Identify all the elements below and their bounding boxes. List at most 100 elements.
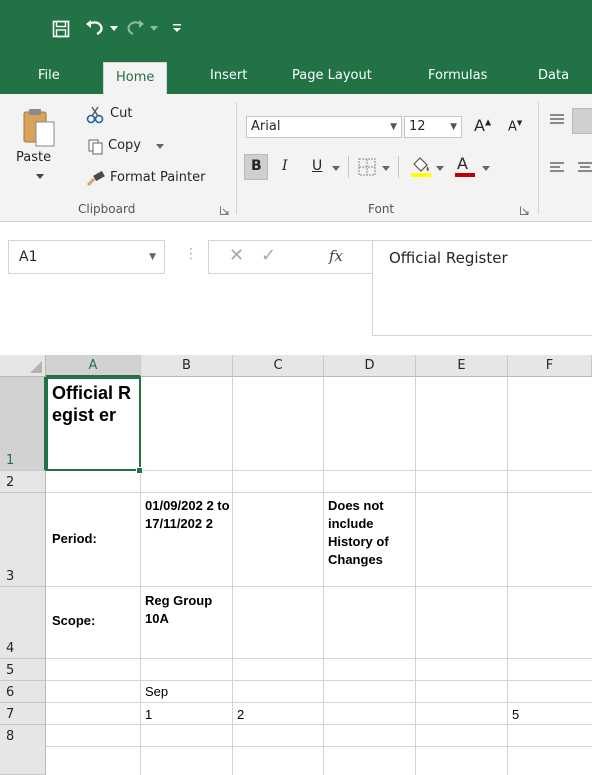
cell-b7[interactable]: 1 [145, 707, 152, 722]
row-header-6[interactable]: 6 [0, 681, 46, 703]
copy-label: Copy [108, 138, 141, 153]
row-header-7[interactable]: 7 [0, 703, 46, 725]
gridline [46, 658, 592, 659]
paste-icon [23, 109, 55, 147]
borders-icon[interactable] [358, 158, 376, 176]
row-header-8[interactable]: 8 [0, 725, 46, 775]
gridline [46, 492, 592, 493]
ribbon-tabs: File Home Insert Page Layout Formulas Da… [0, 58, 592, 94]
tab-page-layout[interactable]: Page Layout [292, 58, 372, 94]
active-cell-border [46, 377, 141, 471]
align-left-icon[interactable] [548, 160, 566, 176]
column-header-f[interactable]: F [508, 355, 592, 377]
tab-file[interactable]: File [38, 58, 60, 94]
enter-icon[interactable]: ✓ [261, 245, 276, 266]
cell-a3[interactable]: Period: [52, 531, 97, 546]
scissors-icon [86, 106, 104, 124]
gridline [232, 377, 233, 775]
bold-label: B [251, 158, 262, 174]
column-header-d[interactable]: D [324, 355, 416, 377]
font-color-icon[interactable]: A [454, 154, 476, 178]
gridline [46, 586, 592, 587]
fill-color-icon[interactable] [410, 154, 432, 178]
font-size-value: 12 [409, 119, 426, 134]
insert-function-icon[interactable]: fx [329, 247, 343, 265]
cancel-icon[interactable]: ✕ [229, 245, 244, 266]
redo-icon [127, 20, 144, 35]
increase-font-size-icon[interactable]: A▲ [474, 116, 491, 135]
fill-handle[interactable] [136, 467, 143, 474]
font-dialog-launcher-icon[interactable] [520, 206, 529, 215]
row-header-1[interactable]: 1 [0, 377, 46, 471]
fill-color-dropdown-icon[interactable] [436, 166, 444, 171]
underline-button[interactable]: U [312, 158, 322, 174]
cut-button[interactable]: Cut [84, 104, 164, 126]
row-header-5[interactable]: 5 [0, 659, 46, 681]
tab-insert[interactable]: Insert [210, 58, 247, 94]
gridline [415, 377, 416, 775]
column-header-b[interactable]: B [141, 355, 233, 377]
paste-dropdown-icon[interactable] [36, 174, 44, 179]
ribbon-home: Paste Cut Copy Format Painter Clipboard … [0, 94, 592, 222]
clipboard-dialog-launcher-icon[interactable] [220, 206, 229, 215]
copy-button[interactable]: Copy [84, 136, 194, 158]
tab-home[interactable]: Home [103, 62, 168, 94]
cell-a4[interactable]: Scope: [52, 613, 95, 628]
align-top-icon[interactable] [548, 112, 566, 128]
undo-icon[interactable] [84, 18, 106, 38]
save-icon[interactable] [52, 20, 70, 38]
undo-dropdown-icon[interactable] [110, 26, 118, 32]
font-color-dropdown-icon[interactable] [482, 166, 490, 171]
row-header-2[interactable]: 2 [0, 471, 46, 493]
row-header-4[interactable]: 4 [0, 587, 46, 659]
font-name-select[interactable]: Arial ▼ [246, 116, 402, 138]
chevron-down-icon[interactable]: ▼ [149, 241, 156, 273]
name-box[interactable]: A1 ▼ [8, 240, 165, 274]
paste-label: Paste [16, 150, 52, 165]
font-separator [348, 156, 349, 178]
borders-dropdown-icon[interactable] [382, 166, 390, 171]
column-header-c[interactable]: C [233, 355, 324, 377]
tab-formulas[interactable]: Formulas [428, 58, 487, 94]
select-all-icon [30, 361, 42, 373]
cut-label: Cut [110, 106, 133, 121]
cell-f7[interactable]: 5 [512, 707, 519, 722]
group-separator [538, 102, 539, 214]
group-separator [236, 102, 237, 214]
select-all-corner[interactable] [0, 355, 46, 377]
column-header-e[interactable]: E [416, 355, 508, 377]
formula-input[interactable]: Official Register [372, 240, 592, 336]
row-header-3[interactable]: 3 [0, 493, 46, 587]
align-middle-icon[interactable] [572, 108, 592, 134]
cell-b6[interactable]: Sep [145, 684, 168, 699]
cell-d3[interactable]: Does not include History of Changes [328, 497, 414, 569]
font-separator [398, 156, 399, 178]
bold-button[interactable]: B [244, 154, 268, 180]
column-header-a[interactable]: A [46, 355, 141, 377]
decrease-font-size-icon[interactable]: A▼ [508, 119, 522, 134]
chevron-down-icon: ▼ [390, 122, 397, 132]
customize-qat-icon[interactable] [172, 22, 182, 34]
gridline [46, 680, 592, 681]
paste-button[interactable]: Paste [14, 102, 70, 188]
copy-dropdown-icon[interactable] [156, 144, 164, 149]
spreadsheet-grid: A B C D E F 1 2 3 4 5 6 7 8 Official Reg… [0, 355, 592, 775]
gridline [507, 377, 508, 775]
cell-b4[interactable]: Reg Group 10A [145, 592, 231, 628]
italic-button[interactable]: I [282, 158, 288, 174]
gridline [323, 377, 324, 775]
formula-content: Official Register [389, 249, 508, 267]
clipboard-group-label: Clipboard [78, 202, 136, 216]
cell-b3[interactable]: 01/09/202 2 to 17/11/202 2 [145, 497, 231, 533]
formula-bar-divider-icon[interactable]: ⋮ [184, 246, 198, 262]
gridline [46, 724, 592, 725]
underline-dropdown-icon[interactable] [332, 166, 340, 171]
cell-c7[interactable]: 2 [237, 707, 244, 722]
font-size-select[interactable]: 12 ▼ [404, 116, 462, 138]
paintbrush-icon [86, 171, 105, 187]
format-painter-button[interactable]: Format Painter [84, 168, 234, 190]
gridline [46, 746, 592, 747]
formula-buttons: ✕ ✓ fx [208, 240, 372, 274]
tab-data[interactable]: Data [538, 58, 569, 94]
align-center-icon[interactable] [576, 160, 592, 176]
